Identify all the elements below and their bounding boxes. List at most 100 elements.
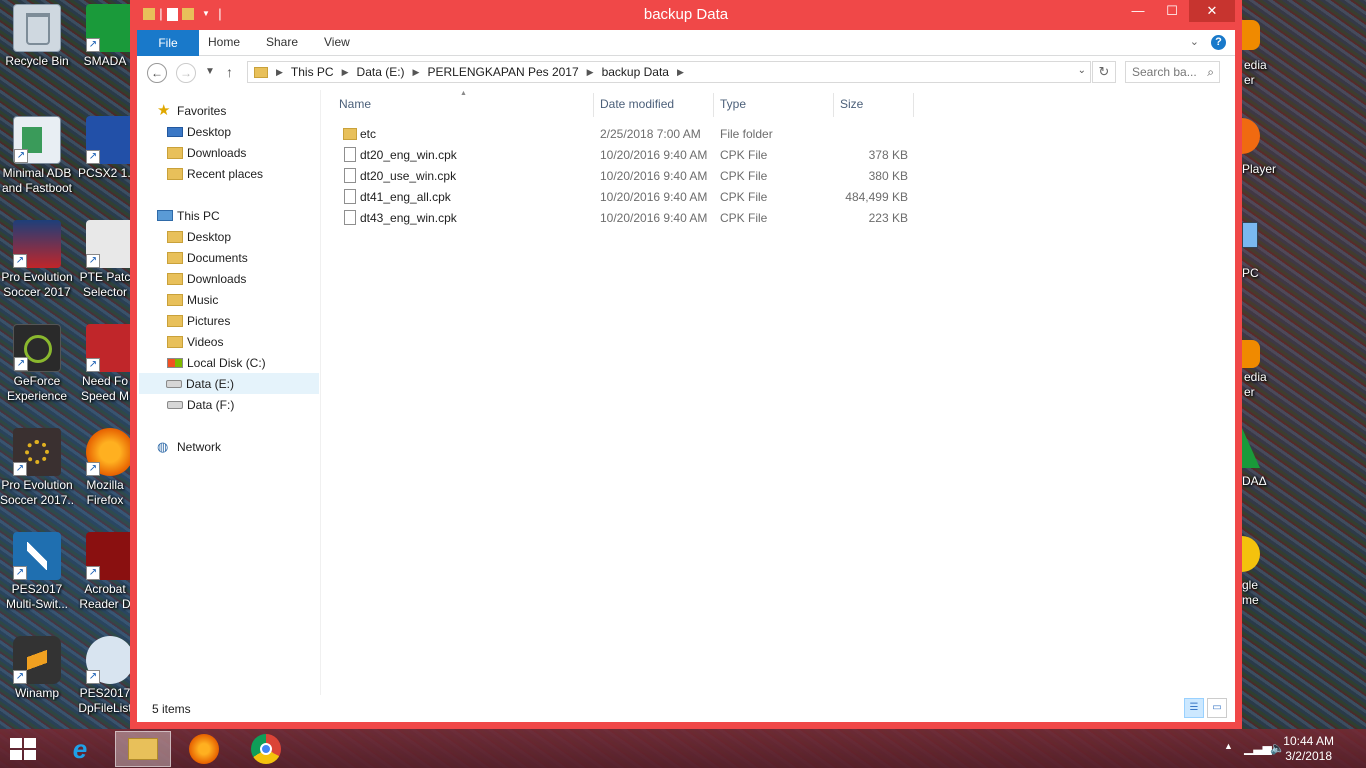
nav-favorites[interactable]: ★ Favorites xyxy=(157,100,226,121)
breadcrumb-this-pc[interactable]: This PC xyxy=(291,65,334,79)
chevron-right-icon[interactable]: ▶ xyxy=(413,67,420,78)
nav-pc-local-disk-c[interactable]: Local Disk (C:) xyxy=(167,352,266,373)
file-date: 10/20/2016 9:40 AM xyxy=(600,169,708,183)
nav-fav-downloads[interactable]: Downloads xyxy=(167,142,246,163)
desktop-icon-pes2017[interactable]: ↗ Pro Evolution Soccer 2017 xyxy=(0,220,74,300)
up-icon[interactable]: ↑ xyxy=(226,64,233,80)
column-divider[interactable] xyxy=(593,93,594,117)
tab-file[interactable]: File xyxy=(137,30,199,56)
chevron-right-icon[interactable]: ▶ xyxy=(342,67,349,78)
firefox-icon xyxy=(189,734,219,764)
minimize-button[interactable]: — xyxy=(1121,0,1155,22)
vlc-icon-2[interactable] xyxy=(1242,340,1260,368)
nav-pc-videos[interactable]: Videos xyxy=(167,331,223,352)
folder-icon xyxy=(343,128,357,140)
desktop-icon-geforce[interactable]: ↗ GeForce Experience xyxy=(0,324,74,404)
desktop-icon-firefox[interactable]: ↗ Mozilla Firefox xyxy=(78,428,132,508)
nav-pc-documents[interactable]: Documents xyxy=(167,247,248,268)
desktop-icon-pte-patch[interactable]: ↗ PTE Patc Selector xyxy=(78,220,132,300)
breadcrumb-perlengkapan[interactable]: PERLENGKAPAN Pes 2017 xyxy=(427,65,578,79)
clock-time: 10:44 AM xyxy=(1283,734,1334,748)
file-row[interactable]: dt20_use_win.cpk 10/20/2016 9:40 AM CPK … xyxy=(322,165,922,186)
taskbar-file-explorer[interactable] xyxy=(115,731,171,767)
column-header-date[interactable]: Date modified xyxy=(600,97,674,117)
desktop-folder-icon xyxy=(167,230,183,243)
tab-view[interactable]: View xyxy=(324,35,350,49)
column-divider[interactable] xyxy=(913,93,914,117)
tab-share[interactable]: Share xyxy=(266,35,298,49)
smadav-icon[interactable] xyxy=(1242,428,1260,468)
taskbar-internet-explorer[interactable]: e xyxy=(52,731,108,767)
column-divider[interactable] xyxy=(713,93,714,117)
desktop-icon-pes2017-multiswitcher[interactable]: ↗ PES2017 Multi-Swit... xyxy=(0,532,74,612)
nav-network[interactable]: ◍ Network xyxy=(157,436,221,457)
column-header-name[interactable]: Name xyxy=(339,97,371,117)
vlc-icon[interactable] xyxy=(1242,20,1260,50)
refresh-button[interactable]: ↻ xyxy=(1092,61,1116,83)
column-header-size[interactable]: Size xyxy=(840,97,863,117)
nav-pc-data-f[interactable]: Data (F:) xyxy=(167,394,234,415)
chevron-right-icon[interactable]: ▶ xyxy=(276,67,283,78)
maximize-button[interactable]: ☐ xyxy=(1155,0,1189,22)
documents-icon xyxy=(167,251,183,264)
address-bar[interactable]: ▶ This PC ▶ Data (E:) ▶ PERLENGKAPAN Pes… xyxy=(247,61,1091,83)
search-input[interactable]: Search ba... ⌕ xyxy=(1125,61,1220,83)
desktop-icon-need-for-speed[interactable]: ↗ Need Fo Speed M xyxy=(78,324,132,404)
shortcut-arrow-icon: ↗ xyxy=(86,38,100,52)
nav-pc-music[interactable]: Music xyxy=(167,289,218,310)
breadcrumb-backup-data[interactable]: backup Data xyxy=(602,65,669,79)
desktop-icon-smadav[interactable]: ↗ SMADA xyxy=(78,4,132,69)
details-view-icon[interactable]: ☰ xyxy=(1184,698,1204,718)
chevron-down-icon[interactable]: ⌄ xyxy=(1078,65,1086,76)
recent-locations-icon[interactable]: ▼ xyxy=(205,66,215,77)
nav-pc-desktop[interactable]: Desktop xyxy=(167,226,231,247)
nav-label: Network xyxy=(177,439,222,454)
file-icon xyxy=(344,147,356,162)
desktop-icon-winamp[interactable]: ↗ Winamp xyxy=(0,636,74,701)
column-divider[interactable] xyxy=(833,93,834,117)
title-bar[interactable]: | ▼ | backup Data — ☐ ✕ xyxy=(137,0,1235,30)
pes2017-app-icon: ↗ xyxy=(13,220,61,268)
chevron-right-icon[interactable]: ▶ xyxy=(587,67,594,78)
expand-ribbon-icon[interactable]: ⌄ xyxy=(1190,35,1199,48)
this-pc-icon[interactable] xyxy=(1242,222,1258,248)
nav-this-pc[interactable]: This PC xyxy=(157,205,220,226)
breadcrumb-data-e[interactable]: Data (E:) xyxy=(357,65,405,79)
help-icon[interactable]: ? xyxy=(1211,35,1226,50)
file-row[interactable]: dt43_eng_win.cpk 10/20/2016 9:40 AM CPK … xyxy=(322,207,922,228)
file-row-etc[interactable]: etc 2/25/2018 7:00 AM File folder xyxy=(322,123,922,144)
desktop-icon-dpfilelist[interactable]: ↗ PES2017 DpFileList xyxy=(78,636,132,716)
desktop-icon-pes2017-settings[interactable]: ↗ Pro Evolution Soccer 2017... xyxy=(0,428,74,508)
shortcut-arrow-icon: ↗ xyxy=(86,358,100,372)
desktop-right-labels: edia er Player PC edia er DAΔ gle me xyxy=(1242,0,1366,729)
media-player-icon[interactable] xyxy=(1242,118,1260,154)
desktop-icon-recycle-bin[interactable]: Recycle Bin xyxy=(0,4,74,69)
desktop-icon-minimal-adb[interactable]: ↗ Minimal ADB and Fastboot xyxy=(0,116,74,196)
desktop-icon-pcsx2[interactable]: ↗ PCSX2 1.4 xyxy=(78,116,132,181)
taskbar-chrome[interactable] xyxy=(238,731,294,767)
nav-pc-pictures[interactable]: Pictures xyxy=(167,310,230,331)
nav-pc-data-e[interactable]: Data (E:) xyxy=(139,373,319,394)
desktop-icon-acrobat[interactable]: ↗ Acrobat Reader D xyxy=(78,532,132,612)
clock[interactable]: 10:44 AM 3/2/2018 xyxy=(1283,734,1334,764)
file-row[interactable]: dt20_eng_win.cpk 10/20/2016 9:40 AM CPK … xyxy=(322,144,922,165)
chrome-icon xyxy=(251,734,281,764)
signal-icon[interactable]: ▁▃▅ xyxy=(1244,741,1272,755)
large-icons-view-icon[interactable]: ▭ xyxy=(1207,698,1227,718)
windows-start-icon[interactable] xyxy=(10,738,38,760)
show-hidden-icons-icon[interactable]: ▲ xyxy=(1224,741,1233,751)
nav-fav-recent[interactable]: Recent places xyxy=(167,163,263,184)
close-button[interactable]: ✕ xyxy=(1189,0,1235,22)
file-date: 10/20/2016 9:40 AM xyxy=(600,190,708,204)
nav-fav-desktop[interactable]: Desktop xyxy=(167,121,231,142)
desktop-icon-label: edia xyxy=(1244,370,1267,384)
back-button[interactable]: ← xyxy=(147,63,167,83)
column-header-type[interactable]: Type xyxy=(720,97,746,117)
tab-home[interactable]: Home xyxy=(208,35,240,49)
chevron-right-icon[interactable]: ▶ xyxy=(677,67,684,78)
chrome-icon[interactable] xyxy=(1242,536,1260,572)
taskbar-firefox[interactable] xyxy=(176,731,232,767)
nav-pc-downloads[interactable]: Downloads xyxy=(167,268,246,289)
file-row[interactable]: dt41_eng_all.cpk 10/20/2016 9:40 AM CPK … xyxy=(322,186,922,207)
forward-button[interactable]: → xyxy=(176,63,196,83)
